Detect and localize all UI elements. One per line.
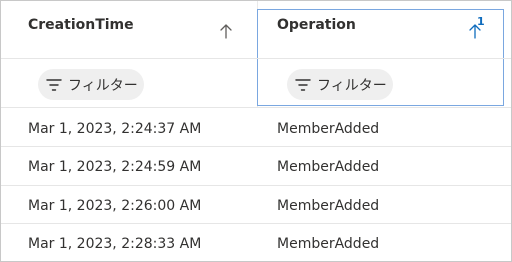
row-divider [1, 107, 511, 108]
data-grid: CreationTime フィルター Operation 1 フィルター Mar… [0, 0, 512, 262]
sort-order-badge: 1 [477, 15, 485, 28]
creation-time-cell: Mar 1, 2023, 2:28:33 AM [28, 236, 202, 252]
column-header-creation-time[interactable]: CreationTime [1, 1, 257, 49]
table-row[interactable]: Mar 1, 2023, 2:24:37 AM MemberAdded [1, 110, 511, 148]
creation-time-cell: Mar 1, 2023, 2:24:37 AM [28, 121, 202, 137]
arrow-up-icon[interactable] [218, 23, 234, 41]
operation-cell: MemberAdded [277, 159, 380, 175]
creation-time-cell: Mar 1, 2023, 2:26:00 AM [28, 198, 202, 214]
column-header-label: Operation [277, 17, 356, 33]
filter-row: フィルター [1, 61, 257, 107]
creation-time-cell: Mar 1, 2023, 2:24:59 AM [28, 159, 202, 175]
operation-cell: MemberAdded [277, 198, 380, 214]
table-row[interactable]: Mar 1, 2023, 2:26:00 AM MemberAdded [1, 187, 511, 225]
operation-cell: MemberAdded [277, 121, 380, 137]
table-row[interactable]: Mar 1, 2023, 2:28:33 AM MemberAdded [1, 225, 511, 261]
header-divider [1, 58, 511, 59]
column-header-operation[interactable]: Operation 1 [257, 1, 511, 49]
filter-icon [295, 78, 311, 91]
filter-button-creation-time[interactable]: フィルター [38, 69, 144, 100]
filter-label: フィルター [68, 77, 138, 94]
filter-button-operation[interactable]: フィルター [287, 69, 393, 100]
table-row[interactable]: Mar 1, 2023, 2:24:59 AM MemberAdded [1, 148, 511, 186]
filter-label: フィルター [317, 77, 387, 94]
column-divider [257, 1, 258, 107]
filter-icon [46, 78, 62, 91]
filter-row: フィルター [257, 61, 511, 107]
column-header-label: CreationTime [28, 17, 134, 33]
operation-cell: MemberAdded [277, 236, 380, 252]
